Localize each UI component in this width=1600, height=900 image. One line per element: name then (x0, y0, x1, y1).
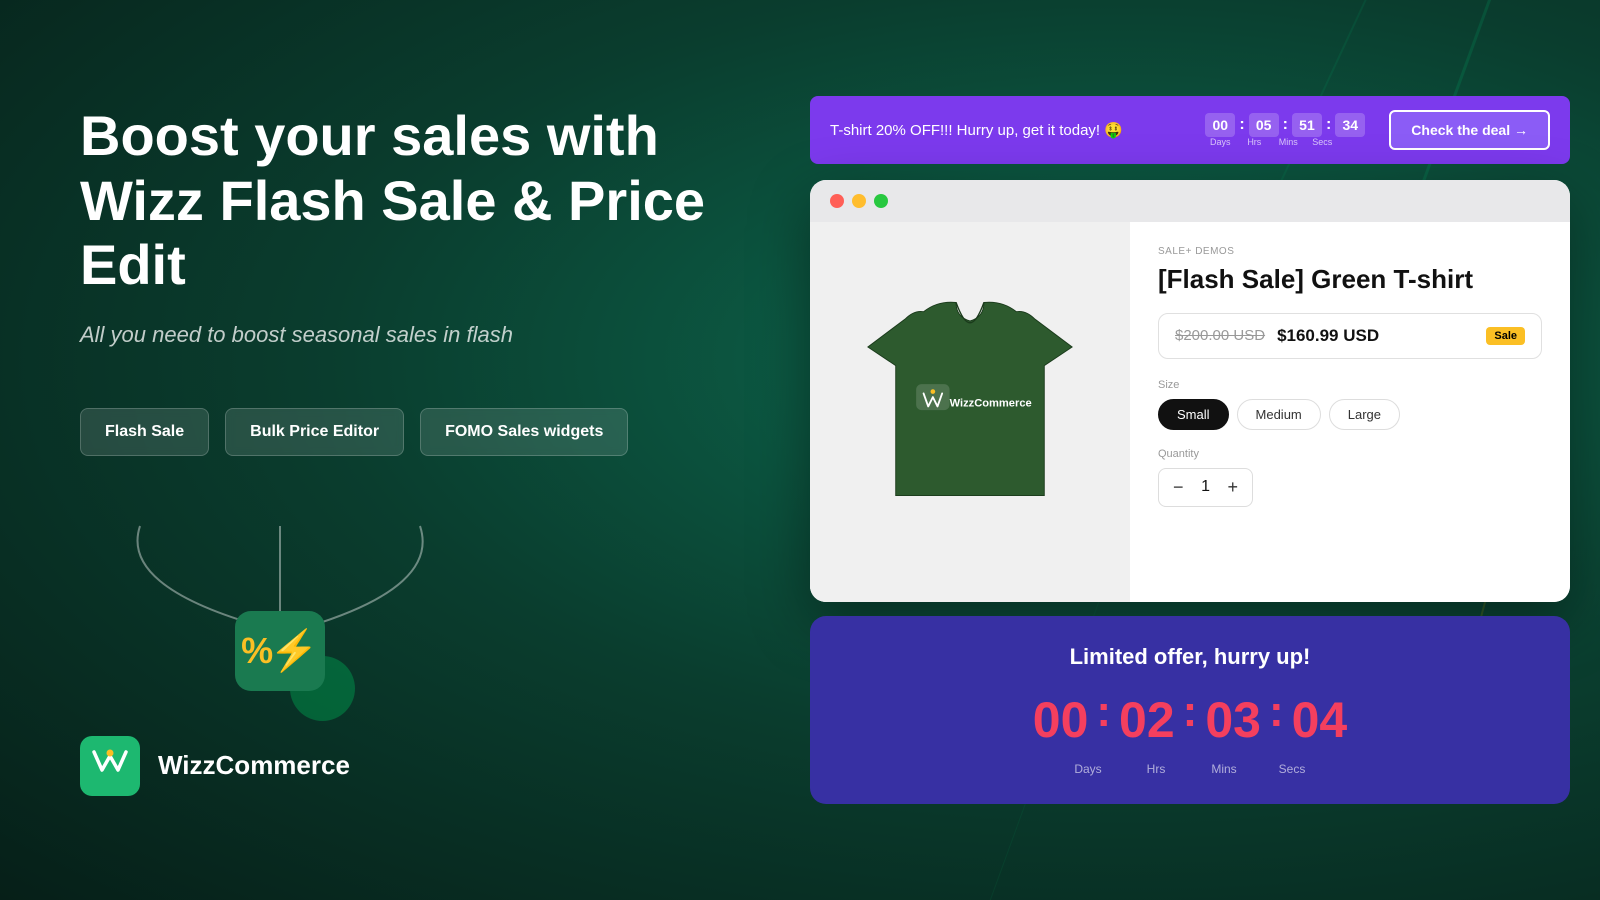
size-buttons: Small Medium Large (1158, 399, 1542, 430)
countdown-mini-mins: 51 (1292, 113, 1322, 137)
countdown-mini-days: 00 (1205, 113, 1235, 137)
svg-text:WizzCommerce: WizzCommerce (950, 397, 1032, 409)
dot-yellow (852, 194, 866, 208)
dot-red (830, 194, 844, 208)
tshirt-container: WizzCommerce (840, 272, 1100, 552)
product-title: [Flash Sale] Green T-shirt (1158, 263, 1542, 297)
fomo-sep2-block: : (1183, 690, 1198, 750)
countdown-mini-boxes: 00 : 05 : 51 : 34 (1205, 113, 1365, 137)
fomo-days: 00 (1033, 695, 1089, 745)
qty-plus-btn[interactable]: + (1228, 477, 1239, 498)
fomo-days-block: 00 (1033, 695, 1089, 745)
sep3: : (1326, 116, 1331, 134)
sale-badge: Sale (1486, 327, 1525, 345)
label-mins: Mins (1273, 137, 1303, 147)
feature-buttons-row: Flash Sale Bulk Price Editor FOMO Sales … (80, 408, 760, 456)
feature-btn-fomo[interactable]: FOMO Sales widgets (420, 408, 628, 456)
product-details: SALE+ DEMOS [Flash Sale] Green T-shirt $… (1130, 222, 1570, 602)
logo-name: WizzCommerce (158, 750, 350, 781)
fomo-widget: Limited offer, hurry up! 00 : 02 : 03 : … (810, 616, 1570, 804)
product-image-area: WizzCommerce (810, 222, 1130, 602)
fomo-labels: Days Hrs Mins Secs (846, 762, 1534, 776)
feature-btn-flash-sale[interactable]: Flash Sale (80, 408, 209, 456)
fomo-secs-block: 04 (1292, 695, 1348, 745)
sep1: : (1239, 116, 1244, 134)
size-btn-medium[interactable]: Medium (1237, 399, 1321, 430)
main-heading: Boost your sales with Wizz Flash Sale & … (80, 104, 760, 297)
left-panel: Boost your sales with Wizz Flash Sale & … (80, 0, 760, 900)
fomo-label-mins: Mins (1194, 762, 1254, 776)
dot-green (874, 194, 888, 208)
size-btn-large[interactable]: Large (1329, 399, 1400, 430)
sep2: : (1283, 116, 1288, 134)
qty-value: 1 (1196, 478, 1216, 496)
countdown-mini-secs: 34 (1335, 113, 1365, 137)
fomo-sep1: : (1096, 690, 1111, 734)
price-new: $160.99 USD (1277, 326, 1379, 346)
fomo-hours: 02 (1119, 695, 1175, 745)
fomo-countdown: 00 : 02 : 03 : 04 (846, 690, 1534, 750)
right-panel: T-shirt 20% OFF!!! Hurry up, get it toda… (810, 0, 1570, 900)
qty-label: Quantity (1158, 448, 1542, 460)
fomo-mins: 03 (1205, 695, 1261, 745)
countdown-mini-hours: 05 (1249, 113, 1279, 137)
label-hrs: Hrs (1239, 137, 1269, 147)
fomo-sep2: : (1183, 690, 1198, 734)
label-days: Days (1205, 137, 1235, 147)
feature-btn-bulk-price[interactable]: Bulk Price Editor (225, 408, 404, 456)
lightning-icon: ⚡ (269, 627, 319, 674)
logo-icon (92, 748, 128, 783)
fomo-label-days: Days (1058, 762, 1118, 776)
label-secs: Secs (1307, 137, 1337, 147)
countdown-mini: 00 : 05 : 51 : 34 Days Hrs Mins Secs (1205, 113, 1377, 147)
product-badge: SALE+ DEMOS (1158, 246, 1542, 257)
fomo-label-hrs: Hrs (1126, 762, 1186, 776)
fomo-sep1-block: : (1096, 690, 1111, 750)
size-label: Size (1158, 379, 1542, 391)
product-window: WizzCommerce SALE+ DEMOS [Flash Sale] Gr… (810, 180, 1570, 602)
heading-line1: Boost your sales with (80, 104, 659, 167)
announcement-text: T-shirt 20% OFF!!! Hurry up, get it toda… (830, 121, 1123, 139)
announcement-right: 00 : 05 : 51 : 34 Days Hrs Mins Secs Che… (1205, 110, 1550, 150)
logo-box (80, 736, 140, 796)
price-original: $200.00 USD (1175, 327, 1265, 344)
countdown-mini-label-row: Days Hrs Mins Secs (1205, 137, 1377, 147)
central-app-icon: % ⚡ (235, 611, 325, 691)
fomo-sep3: : (1269, 690, 1284, 734)
check-deal-button[interactable]: Check the deal → (1389, 110, 1550, 150)
subheading: All you need to boost seasonal sales in … (80, 322, 760, 348)
fomo-hours-block: 02 (1119, 695, 1175, 745)
qty-minus-btn[interactable]: − (1173, 477, 1184, 498)
fomo-secs: 04 (1292, 695, 1348, 745)
window-body: WizzCommerce SALE+ DEMOS [Flash Sale] Gr… (810, 222, 1570, 602)
size-btn-small[interactable]: Small (1158, 399, 1229, 430)
announcement-bar: T-shirt 20% OFF!!! Hurry up, get it toda… (810, 96, 1570, 164)
tshirt-svg: WizzCommerce (840, 282, 1100, 542)
qty-row: − 1 + (1158, 468, 1253, 507)
heading-line2: Wizz Flash Sale & Price Edit (80, 169, 705, 296)
fomo-mins-block: 03 (1205, 695, 1261, 745)
flow-diagram: % ⚡ (80, 506, 480, 686)
logo-area: WizzCommerce (80, 736, 760, 796)
fomo-title: Limited offer, hurry up! (846, 644, 1534, 670)
fomo-label-secs: Secs (1262, 762, 1322, 776)
price-row: $200.00 USD $160.99 USD Sale (1158, 313, 1542, 359)
fomo-sep3-block: : (1269, 690, 1284, 750)
window-titlebar (810, 180, 1570, 222)
